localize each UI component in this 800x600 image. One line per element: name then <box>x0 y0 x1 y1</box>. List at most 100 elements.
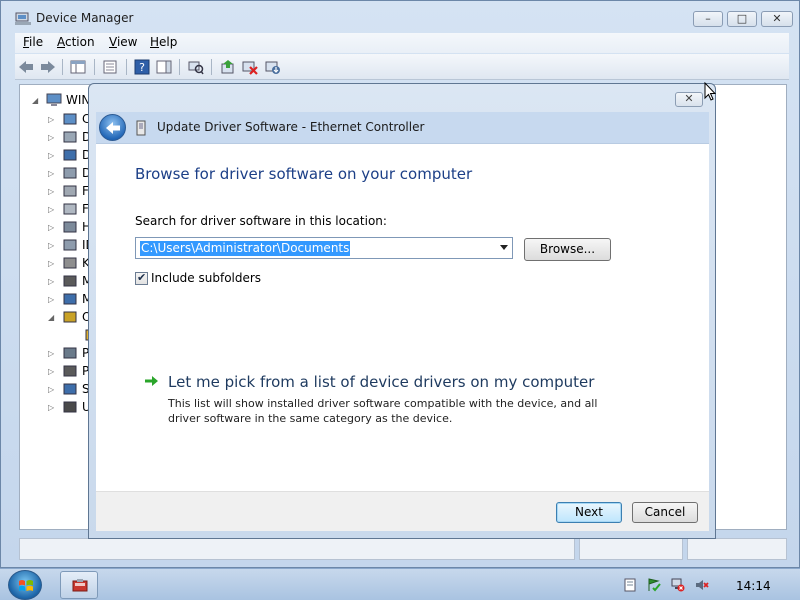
tree-item[interactable]: ▷ F <box>48 201 89 217</box>
expand-arrow-icon[interactable]: ▷ <box>48 295 58 304</box>
floppy-drive-icon <box>63 203 77 215</box>
menu-file[interactable]: File <box>23 35 43 49</box>
tree-item[interactable]: ▷ D <box>48 129 91 145</box>
checkbox-box[interactable]: ✔ <box>135 271 148 285</box>
expand-arrow-icon[interactable]: ▷ <box>48 349 58 358</box>
pick-from-list-link[interactable]: Let me pick from a list of device driver… <box>168 373 594 391</box>
svg-text:?: ? <box>139 61 145 74</box>
volume-muted-icon[interactable] <box>695 578 709 592</box>
tree-item[interactable]: ◢ O <box>48 309 91 325</box>
title-bar[interactable]: Device Manager – □ ✕ <box>1 1 799 33</box>
tree-item[interactable]: ▷M <box>48 291 92 307</box>
menu-action[interactable]: Action <box>57 35 95 49</box>
back-arrow-icon <box>106 122 120 134</box>
browse-button[interactable]: Browse... <box>524 238 611 261</box>
mouse-pointer-icon <box>704 82 716 101</box>
collapse-arrow-icon[interactable]: ◢ <box>32 96 42 105</box>
tree-item[interactable]: ▷ U <box>48 399 91 415</box>
expand-arrow-icon[interactable]: ▷ <box>48 151 58 160</box>
ethernet-controller-icon <box>136 120 146 136</box>
tree-item[interactable]: ▷ F <box>48 183 89 199</box>
expand-arrow-icon[interactable]: ▷ <box>48 115 58 124</box>
expand-arrow-icon[interactable]: ▷ <box>48 385 58 394</box>
chevron-down-icon[interactable] <box>500 245 508 250</box>
scan-hardware-icon[interactable] <box>187 58 205 76</box>
help-icon[interactable]: ? <box>133 58 151 76</box>
clock[interactable]: 14:14 <box>736 579 771 593</box>
windows-logo-icon <box>19 580 33 591</box>
next-button[interactable]: Next <box>556 502 622 523</box>
dialog-footer: Next Cancel <box>96 491 709 531</box>
expand-arrow-icon[interactable]: ▷ <box>48 169 58 178</box>
flag-check-icon[interactable] <box>647 578 661 592</box>
tree-item[interactable]: ▷ P <box>48 363 89 379</box>
dialog-header: Update Driver Software - Ethernet Contro… <box>96 112 709 144</box>
status-cell-main <box>19 538 575 560</box>
green-arrow-icon <box>145 376 158 386</box>
network-disconnected-icon[interactable] <box>671 578 685 592</box>
disable-device-icon[interactable] <box>264 58 282 76</box>
menu-file-label: ile <box>29 35 44 49</box>
update-driver-icon[interactable] <box>219 58 237 76</box>
status-cell-3 <box>687 538 787 560</box>
menu-bar: File Action View Help <box>15 33 789 53</box>
minimize-button[interactable]: – <box>693 11 723 27</box>
tree-item[interactable]: ▷ D <box>48 165 91 181</box>
search-location-value[interactable]: C:\Users\Administrator\Documents <box>140 241 351 256</box>
back-button[interactable] <box>99 114 126 141</box>
uninstall-icon[interactable] <box>241 58 259 76</box>
collapse-arrow-icon[interactable]: ◢ <box>48 313 58 322</box>
menu-view-label: iew <box>116 35 138 49</box>
expand-arrow-icon[interactable]: ▷ <box>48 205 58 214</box>
tree-item[interactable]: ▷ C <box>48 111 90 127</box>
tree-root[interactable]: ◢ WIN- <box>32 93 95 107</box>
console-tree-icon[interactable] <box>69 58 87 76</box>
cancel-button[interactable]: Cancel <box>632 502 698 523</box>
expand-arrow-icon[interactable]: ▷ <box>48 133 58 142</box>
status-cell-2 <box>579 538 683 560</box>
menu-help-accel: H <box>150 35 160 49</box>
processor-icon <box>63 365 77 377</box>
menu-view[interactable]: View <box>109 35 137 49</box>
include-subfolders-checkbox[interactable]: ✔ Include subfolders <box>135 271 261 285</box>
action-center-icon[interactable] <box>623 578 637 592</box>
mouse-icon <box>63 275 77 287</box>
expand-arrow-icon[interactable]: ▷ <box>48 367 58 376</box>
start-button[interactable] <box>8 570 42 600</box>
expand-arrow-icon[interactable]: ▷ <box>48 223 58 232</box>
taskbar-device-manager[interactable] <box>60 571 98 599</box>
tree-item[interactable]: ▷ D <box>48 147 91 163</box>
port-icon <box>63 347 77 359</box>
action-pane-icon[interactable] <box>155 58 173 76</box>
tree-item[interactable]: ▷ H <box>48 219 91 235</box>
include-subfolders-label[interactable]: Include subfolders <box>151 271 261 285</box>
expand-arrow-icon[interactable]: ▷ <box>48 187 58 196</box>
expand-arrow-icon[interactable]: ▷ <box>48 241 58 250</box>
properties-icon[interactable] <box>101 58 119 76</box>
tree-item[interactable]: ▷ S <box>48 381 90 397</box>
toolbar: ? <box>15 54 789 80</box>
search-location-combobox[interactable]: C:\Users\Administrator\Documents <box>135 237 513 259</box>
window-title: Device Manager <box>36 11 134 25</box>
status-bar <box>19 538 787 560</box>
device-manager-task-icon <box>72 579 88 592</box>
maximize-button[interactable]: □ <box>727 11 757 27</box>
tree-item[interactable]: ▷ P <box>48 345 89 361</box>
dialog-close-button[interactable]: ✕ <box>675 92 703 107</box>
monitor-icon <box>63 293 77 305</box>
close-button[interactable]: ✕ <box>761 11 793 27</box>
computer-icon <box>63 113 77 125</box>
floppy-controller-icon <box>63 185 77 197</box>
tree-item[interactable]: ▷M <box>48 273 92 289</box>
back-arrow-icon[interactable] <box>17 58 35 76</box>
ide-controller-icon <box>63 239 77 251</box>
expand-arrow-icon[interactable]: ▷ <box>48 403 58 412</box>
expand-arrow-icon[interactable]: ▷ <box>48 259 58 268</box>
keyboard-icon <box>63 257 77 269</box>
browse-button-label: Browse... <box>539 242 596 256</box>
menu-help[interactable]: Help <box>150 35 177 49</box>
tree-item[interactable]: ▷ K <box>48 255 90 271</box>
search-location-label: Search for driver software in this locat… <box>135 214 387 228</box>
forward-arrow-icon[interactable] <box>39 58 57 76</box>
expand-arrow-icon[interactable]: ▷ <box>48 277 58 286</box>
